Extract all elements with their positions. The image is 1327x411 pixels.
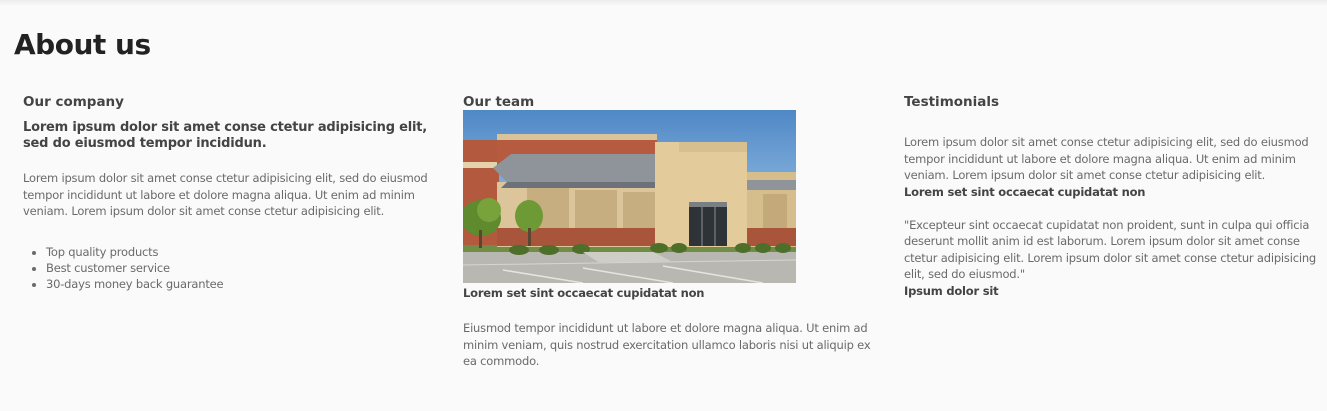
team-heading: Our team — [463, 94, 535, 110]
team-photo — [463, 110, 796, 283]
list-item: 30-days money back guarantee — [46, 276, 448, 292]
company-lead: Lorem ipsum dolor sit amet conse ctetur … — [23, 120, 428, 151]
testimonial-quote: Lorem ipsum dolor sit amet conse ctetur … — [904, 135, 1309, 182]
company-heading: Our company — [23, 94, 124, 110]
top-shadow-bar — [0, 0, 1327, 6]
testimonial-author: Lorem set sint occaecat cupidatat non — [904, 184, 1146, 199]
list-item: Top quality products — [46, 244, 448, 260]
company-section: Our company Lorem ipsum dolor sit amet c… — [23, 94, 448, 292]
team-body: Eiusmod tempor incididunt ut labore et d… — [463, 321, 871, 368]
testimonial-quote: "Excepteur sint occaecat cupidatat non p… — [904, 217, 1317, 282]
team-section: Our team Lorem set sint occaecat cupidat… — [463, 94, 878, 370]
testimonial-author: Ipsum dolor sit — [904, 283, 999, 298]
testimonials-section: Testimonials Lorem ipsum dolor sit amet … — [904, 94, 1326, 299]
team-photo-caption: Lorem set sint occaecat cupidatat non — [463, 286, 705, 300]
feature-list: Top quality products Best customer servi… — [23, 244, 448, 292]
list-item: Best customer service — [46, 260, 448, 276]
page-title: About us — [14, 28, 151, 61]
testimonials-heading: Testimonials — [904, 94, 1000, 110]
company-body: Lorem ipsum dolor sit amet conse ctetur … — [23, 171, 428, 218]
